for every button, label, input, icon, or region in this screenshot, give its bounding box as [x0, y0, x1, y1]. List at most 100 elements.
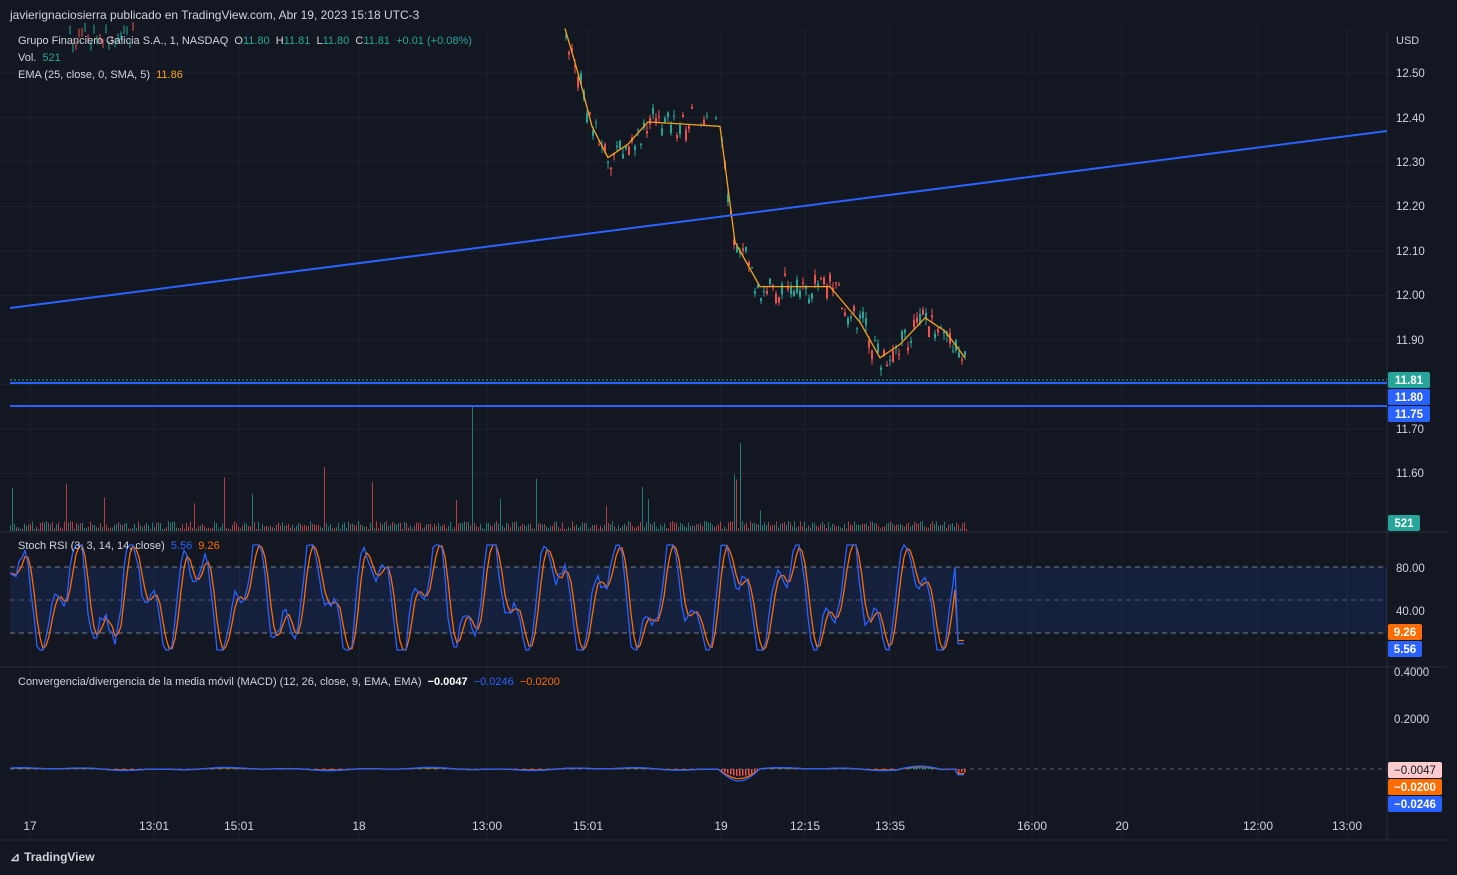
ema-legend[interactable]: EMA (25, close, 0, SMA, 5) 11.86: [18, 69, 186, 81]
volume-bar: [728, 522, 729, 531]
stoch-k-badge-text: 5.56: [1394, 644, 1416, 656]
volume-bar: [504, 527, 505, 531]
macd-line-value: −0.0246: [473, 676, 514, 688]
price-tick: 11.90: [1396, 335, 1424, 347]
volume-bar: [508, 523, 509, 531]
volume-bar: [376, 521, 377, 531]
volume-legend[interactable]: Vol. 521: [18, 52, 64, 64]
volume-bar: [936, 521, 937, 531]
volume-bar: [370, 522, 371, 531]
volume-bar: [578, 528, 579, 531]
volume-bar: [264, 526, 265, 531]
volume-bar: [296, 525, 297, 531]
macd-legend[interactable]: Convergencia/divergencia de la media móv…: [18, 676, 563, 688]
volume-bar: [218, 528, 219, 531]
volume-bar: [714, 527, 715, 531]
volume-bar: [576, 524, 577, 531]
volume-bar: [814, 522, 815, 531]
macd-hist-bar: [733, 769, 735, 776]
volume-bar: [330, 524, 331, 531]
volume-bar: [926, 527, 927, 531]
volume-bar: [680, 522, 681, 531]
volume-bar: [358, 521, 359, 531]
volume-bar: [598, 528, 599, 531]
volume-bar: [146, 522, 147, 531]
level-badge-b-text: 11.75: [1395, 409, 1424, 421]
volume-bar: [616, 528, 617, 531]
volume-bar: [660, 524, 661, 531]
volume-bar: [86, 527, 87, 531]
candle-body: [937, 328, 939, 333]
volume-bar: [406, 522, 407, 531]
volume-label: Vol.: [18, 52, 37, 64]
volume-bar: [166, 527, 167, 531]
candle-body: [871, 350, 873, 360]
candle-body: [703, 119, 705, 126]
volume-bar: [842, 527, 843, 531]
volume-bar: [526, 526, 527, 531]
candle-body: [679, 125, 681, 135]
volume-bar: [764, 522, 765, 531]
volume-bar: [810, 527, 811, 531]
volume-bar: [260, 528, 261, 531]
volume-bar: [630, 522, 631, 531]
candle-body: [577, 77, 579, 88]
time-tick: 13:35: [875, 819, 905, 833]
macd-signal-value: −0.0200: [519, 676, 560, 688]
volume-bar: [882, 527, 883, 531]
macd-hist-bar: [424, 768, 426, 770]
macd-hist-bar: [325, 769, 327, 770]
candle-body: [751, 267, 753, 269]
candle-body: [763, 291, 765, 293]
macd-hist-bar: [622, 768, 624, 770]
volume-bar: [214, 521, 215, 531]
candle-body: [769, 278, 771, 285]
volume-bar: [904, 526, 905, 531]
volume-bar: [138, 521, 139, 531]
price-tick: 12.40: [1396, 113, 1425, 125]
tradingview-logo[interactable]: ⊿ TradingView: [10, 850, 95, 864]
candle-body: [961, 359, 963, 361]
volume-bar: [564, 528, 565, 531]
volume-bar: [916, 522, 917, 531]
volume-bar: [770, 525, 771, 531]
volume-bar: [210, 528, 211, 531]
volume-bar: [412, 528, 413, 531]
volume-bar: [186, 522, 187, 531]
volume-bar: [614, 526, 615, 531]
volume-bar: [874, 523, 875, 531]
volume-bar: [582, 522, 583, 531]
volume-bar: [858, 524, 859, 531]
volume-bar: [144, 525, 145, 531]
volume-bar: [136, 527, 137, 531]
volume-bar: [352, 523, 353, 531]
volume-bar: [292, 524, 293, 531]
volume-bar: [290, 527, 291, 531]
macd-hist-bar: [571, 768, 573, 770]
volume-bar: [458, 523, 459, 531]
volume-bar: [928, 527, 929, 531]
stoch-legend[interactable]: Stoch RSI (3, 3, 14, 14, close) 5.56 9.2…: [18, 540, 223, 552]
volume-bar: [686, 527, 687, 531]
macd-hist-bar: [319, 769, 321, 770]
chart-canvas[interactable]: USD 12.50 12.40 12.30 12.20 12.10 12.00 …: [0, 0, 1457, 875]
ema-label: EMA (25, close, 0, SMA, 5): [18, 69, 151, 81]
volume-bar: [468, 521, 469, 531]
volume-bar: [640, 521, 641, 531]
volume-bar: [190, 521, 191, 531]
time-tick: 17: [23, 819, 37, 833]
volume-bar: [772, 525, 773, 531]
volume-bar: [438, 522, 439, 531]
volume-bar: [310, 521, 311, 531]
volume-bar: [776, 521, 777, 531]
volume-bar: [228, 528, 229, 531]
candle-body: [742, 248, 744, 251]
macd-hist-bar: [223, 768, 225, 769]
volume-bar: [760, 510, 761, 531]
macd-hist-bar: [727, 769, 729, 774]
volume-bar: [498, 523, 499, 531]
main-legend[interactable]: Grupo Financiero Galicia S.A., 1, NASDAQ…: [18, 35, 475, 47]
volume-bar: [476, 525, 477, 531]
candle-body: [778, 296, 780, 303]
volume-bar: [862, 523, 863, 531]
